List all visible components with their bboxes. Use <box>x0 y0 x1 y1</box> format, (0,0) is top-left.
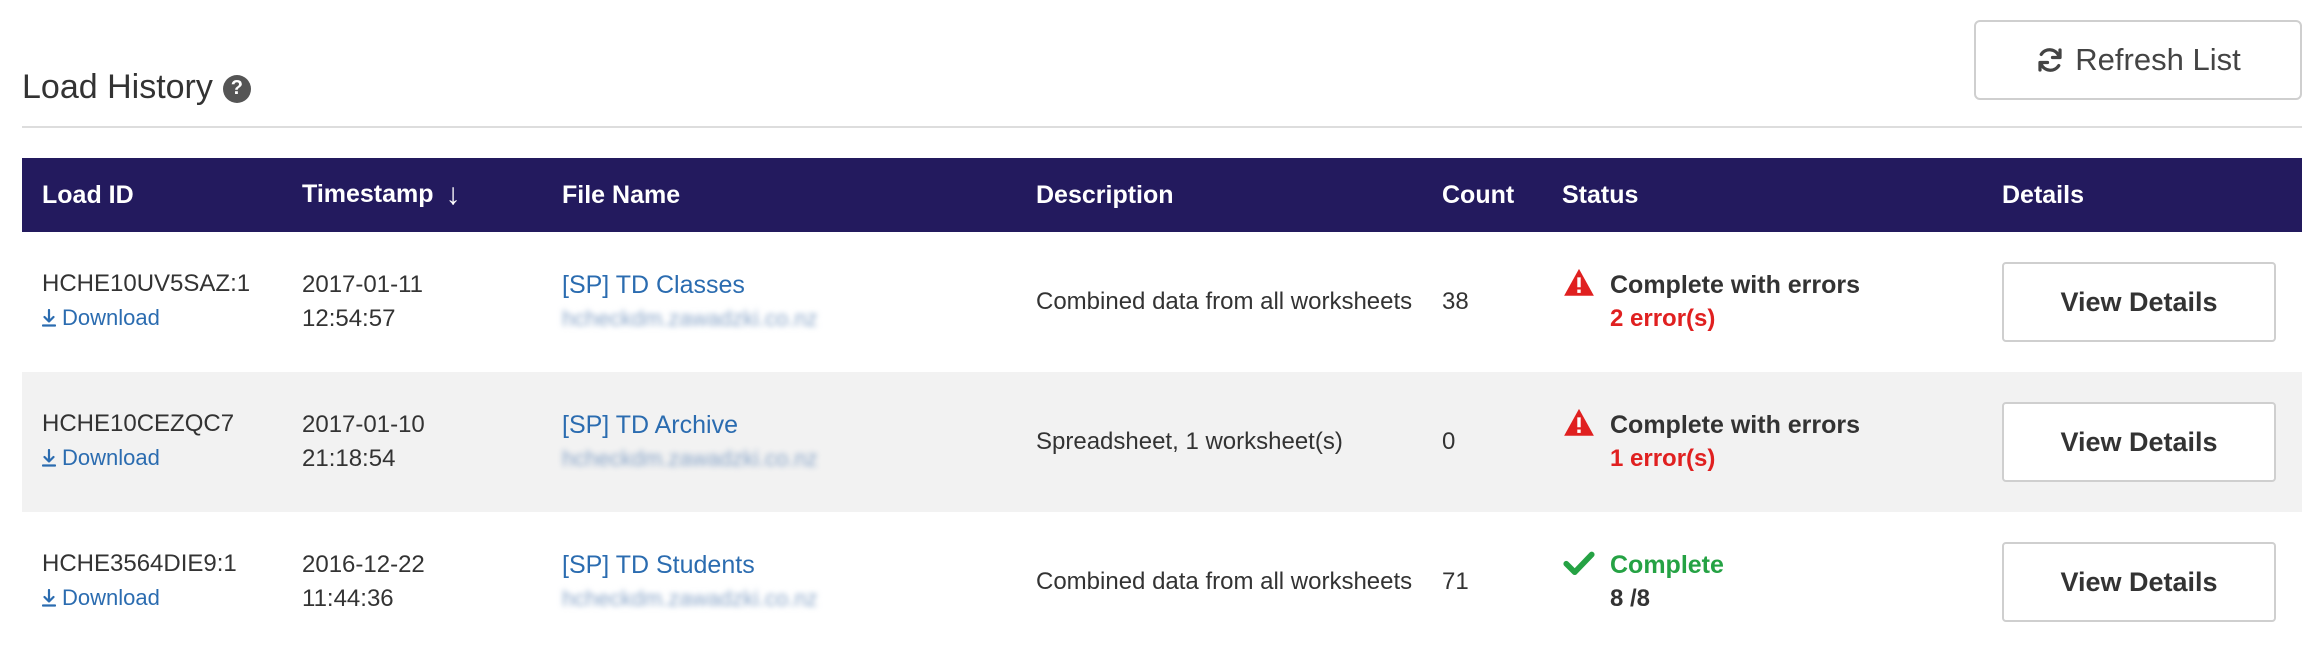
checkmark-icon <box>1563 551 1595 576</box>
file-name-cell: [SP] TD Classes hcheckdm.zawadzki.co.nz <box>542 232 1016 372</box>
file-owner-email: hcheckdm.zawadzki.co.nz <box>562 446 818 471</box>
timestamp-cell: 2017-01-11 12:54:57 <box>282 232 542 372</box>
question-circle-icon[interactable]: ? <box>222 74 251 103</box>
file-name-link[interactable]: [SP] TD Classes <box>562 268 1016 302</box>
download-icon <box>42 449 56 467</box>
description-cell: Combined data from all worksheets <box>1036 568 1413 595</box>
column-header-status: Status <box>1562 180 1639 209</box>
timestamp-date: 2017-01-10 <box>302 411 425 438</box>
description-cell: Spreadsheet, 1 worksheet(s) <box>1036 428 1343 455</box>
status: Complete with errors 2 error(s) <box>1562 268 1982 336</box>
count-cell: 0 <box>1442 428 1456 455</box>
file-owner-email: hcheckdm.zawadzki.co.nz <box>562 306 818 331</box>
column-header-count: Count <box>1442 180 1515 209</box>
status-title: Complete <box>1610 551 1724 579</box>
file-name-cell: [SP] TD Students hcheckdm.zawadzki.co.nz <box>542 512 1016 652</box>
timestamp-cell: 2016-12-22 11:44:36 <box>282 512 542 652</box>
details-cell: View Details <box>1982 372 2302 512</box>
status-detail: 1 error(s) <box>1610 445 1716 472</box>
table-header: Load ID Timestamp ↓ File Name Description… <box>22 158 2302 232</box>
page-header: Load History ? Refresh List <box>22 20 2302 128</box>
refresh-list-label: Refresh List <box>2075 42 2241 77</box>
view-details-button[interactable]: View Details <box>2002 542 2276 622</box>
sort-descending-icon[interactable]: ↓ <box>446 178 461 212</box>
description-cell: Combined data from all worksheets <box>1036 288 1413 315</box>
table-row: HCHE3564DIE9:1 Download 2016-12-22 11:44… <box>22 512 2302 652</box>
timestamp-date: 2017-01-11 <box>302 271 423 298</box>
refresh-list-button[interactable]: Refresh List <box>1974 20 2302 100</box>
status-text: Complete with errors 2 error(s) <box>1610 268 1860 336</box>
status-cell: Complete 8 /8 <box>1542 512 1982 652</box>
timestamp-cell: 2017-01-10 21:18:54 <box>282 372 542 512</box>
count-cell: 71 <box>1442 568 1469 595</box>
load-id-cell: HCHE10CEZQC7 Download <box>22 372 282 512</box>
status-title: Complete with errors <box>1610 271 1861 299</box>
download-label: Download <box>62 585 160 610</box>
timestamp-time: 11:44:36 <box>302 585 394 612</box>
view-details-button[interactable]: View Details <box>2002 262 2276 342</box>
column-header-timestamp[interactable]: Timestamp ↓ <box>282 158 542 232</box>
details-cell: View Details <box>1982 232 2302 372</box>
load-id: HCHE10CEZQC7 <box>42 410 235 437</box>
load-history-page: Load History ? Refresh List Load ID Time… <box>0 0 2316 648</box>
download-link[interactable]: Download <box>42 301 160 335</box>
download-link[interactable]: Download <box>42 581 160 615</box>
column-header-timestamp-label: Timestamp <box>302 180 434 208</box>
table-body: HCHE10UV5SAZ:1 Download 2017-01-11 12:54… <box>22 232 2302 652</box>
status-cell: Complete with errors 1 error(s) <box>1542 372 1982 512</box>
file-name-link[interactable]: [SP] TD Archive <box>562 408 1016 442</box>
warning-triangle-icon <box>1564 408 1594 436</box>
load-id-cell: HCHE3564DIE9:1 Download <box>22 512 282 652</box>
status-detail: 8 /8 <box>1610 585 1651 612</box>
load-id: HCHE3564DIE9:1 <box>42 550 237 577</box>
status-cell: Complete with errors 2 error(s) <box>1542 232 1982 372</box>
file-name-cell: [SP] TD Archive hcheckdm.zawadzki.co.nz <box>542 372 1016 512</box>
load-id: HCHE10UV5SAZ:1 <box>42 270 251 297</box>
page-title-text: Load History <box>22 68 213 106</box>
count-cell: 38 <box>1442 288 1469 315</box>
refresh-icon <box>2038 48 2062 72</box>
download-icon <box>42 309 56 327</box>
timestamp-date: 2016-12-22 <box>302 551 425 578</box>
column-header-load-id: Load ID <box>42 180 134 209</box>
load-id-cell: HCHE10UV5SAZ:1 Download <box>22 232 282 372</box>
download-label: Download <box>62 445 160 470</box>
status-text: Complete with errors 1 error(s) <box>1610 408 1860 476</box>
download-icon <box>42 589 56 607</box>
column-header-file-name: File Name <box>562 180 681 209</box>
timestamp-time: 21:18:54 <box>302 445 396 472</box>
table-row: HCHE10UV5SAZ:1 Download 2017-01-11 12:54… <box>22 232 2302 372</box>
page-title: Load History ? <box>22 68 251 107</box>
table-row: HCHE10CEZQC7 Download 2017-01-10 21:18:5… <box>22 372 2302 512</box>
status: Complete 8 /8 <box>1562 548 1982 616</box>
download-label: Download <box>62 305 160 330</box>
details-cell: View Details <box>1982 512 2302 652</box>
timestamp-time: 12:54:57 <box>302 305 396 332</box>
warning-triangle-icon <box>1564 268 1594 296</box>
status-detail: 2 error(s) <box>1610 305 1716 332</box>
view-details-button[interactable]: View Details <box>2002 402 2276 482</box>
status-text: Complete 8 /8 <box>1610 548 1724 616</box>
column-header-details: Details <box>2002 180 2084 209</box>
status: Complete with errors 1 error(s) <box>1562 408 1982 476</box>
file-owner-email: hcheckdm.zawadzki.co.nz <box>562 586 818 611</box>
column-header-description: Description <box>1036 180 1174 209</box>
download-link[interactable]: Download <box>42 441 160 475</box>
load-history-table: Load ID Timestamp ↓ File Name Description… <box>22 158 2302 652</box>
status-title: Complete with errors <box>1610 411 1861 439</box>
file-name-link[interactable]: [SP] TD Students <box>562 548 1016 582</box>
